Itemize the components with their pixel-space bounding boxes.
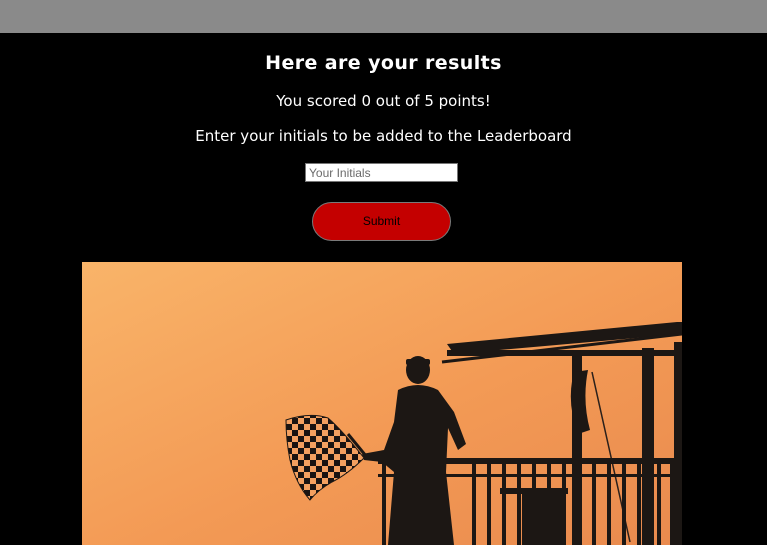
leaderboard-prompt: Enter your initials to be added to the L… <box>195 127 572 145</box>
checkered-flag-photo <box>82 262 682 545</box>
submit-button[interactable]: Submit <box>312 202 451 241</box>
initials-input[interactable] <box>305 163 458 182</box>
top-bar <box>0 0 767 33</box>
score-text: You scored 0 out of 5 points! <box>276 92 491 110</box>
results-heading: Here are your results <box>265 52 502 74</box>
